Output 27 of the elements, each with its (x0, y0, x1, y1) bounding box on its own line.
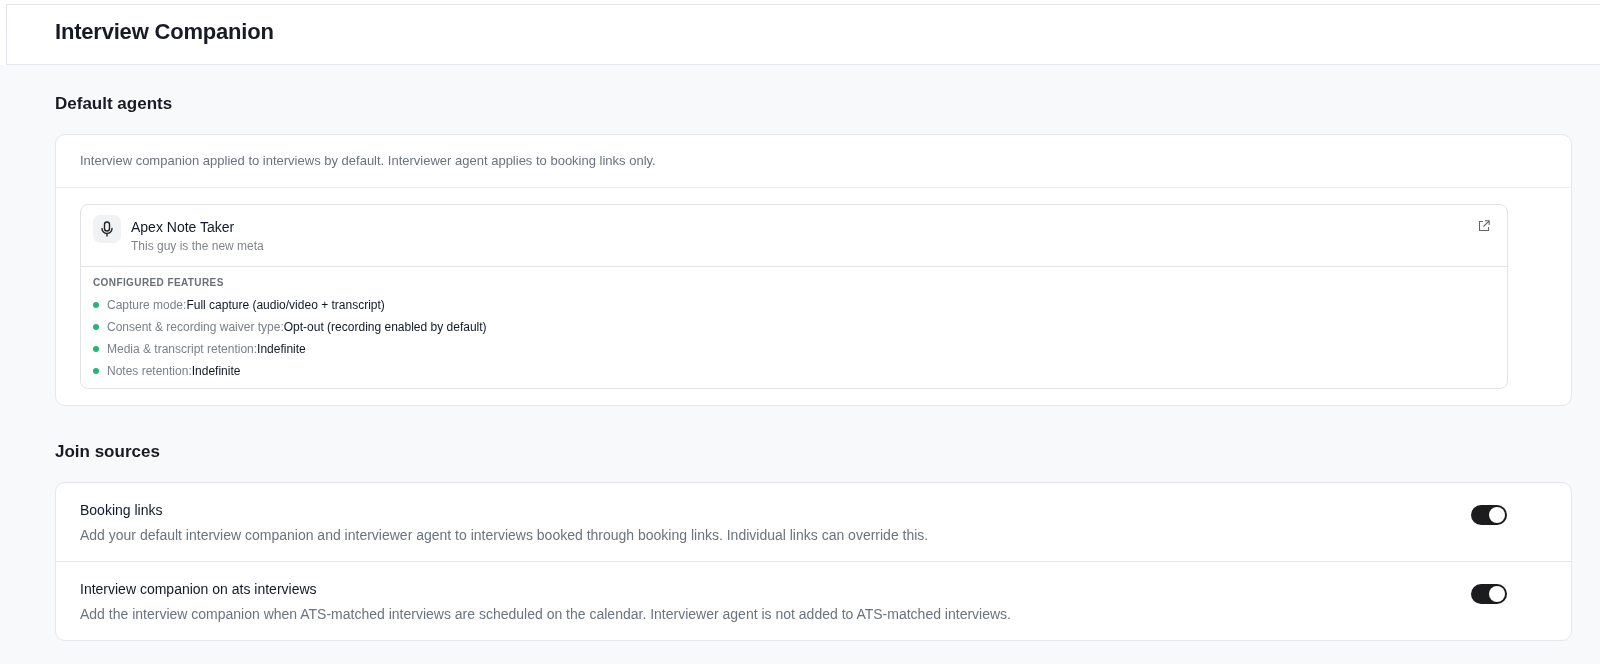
feature-label: Capture mode: (107, 297, 187, 313)
feature-label: Notes retention: (107, 363, 192, 379)
feature-label: Media & transcript retention: (107, 341, 258, 357)
setting-title: Interview companion on ats interviews (80, 580, 317, 599)
toggle-switch[interactable] (1471, 584, 1507, 604)
dot-icon (93, 368, 99, 374)
section-heading: Default agents (55, 93, 173, 115)
toggle-switch[interactable] (1471, 505, 1507, 525)
external-link-icon[interactable] (1478, 220, 1490, 232)
dot-icon (93, 302, 99, 308)
agent-subtitle: This guy is the new meta (131, 238, 264, 254)
feature-value: Full capture (audio/video + transcript) (186, 297, 385, 313)
features-heading: CONFIGURED FEATURES (93, 276, 224, 290)
setting-title: Booking links (80, 501, 163, 520)
feature-label: Consent & recording waiver type: (107, 319, 284, 335)
section-heading: Join sources (55, 441, 160, 463)
feature-value: Opt-out (recording enabled by default) (283, 319, 487, 335)
page-title: Interview Companion (55, 17, 274, 46)
feature-value: Indefinite (191, 363, 241, 379)
dot-icon (93, 324, 99, 330)
card-description: Interview companion applied to interviews by default. Interviewer agent applies to booking links only. (80, 152, 656, 170)
setting-description: Add your default interview companion and interviewer agent to interviews booked through booking links. Individual links can override this. (80, 526, 929, 545)
microphone-icon (93, 215, 121, 243)
feature-value: Indefinite (257, 341, 306, 357)
agent-name: Apex Note Taker (131, 218, 235, 236)
dot-icon (93, 346, 99, 352)
setting-description: Add the interview companion when ATS-matched interviews are scheduled on the calendar. Interviewer agent is not added to ATS-matched interviews. (80, 605, 1011, 624)
